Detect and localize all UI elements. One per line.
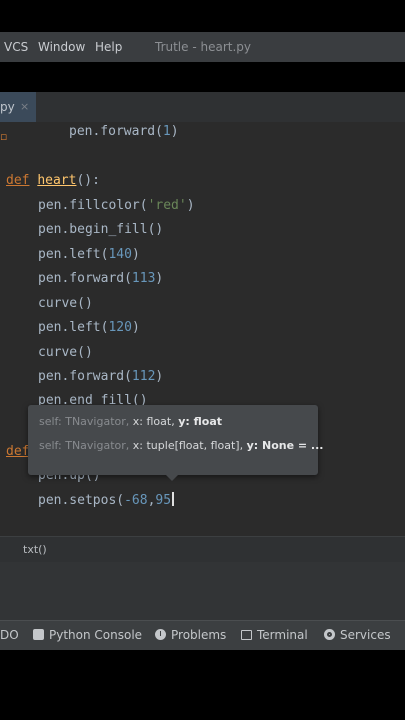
tab-heart-py[interactable]: py × [0,92,36,124]
code-line: pen.forward(112) [38,369,164,384]
python-console-button[interactable]: Python Console [33,628,142,642]
text-caret [172,492,175,506]
top-letterbox [0,0,405,32]
code-line: pen.forward(1) [69,124,179,139]
empty-panel [0,562,405,620]
signature-row: self: TNavigator, x: float, y: float [39,415,222,428]
code-line: curve() [38,345,93,360]
code-line: def [6,444,30,459]
menu-help[interactable]: Help [95,40,122,54]
services-button[interactable]: Services [324,628,391,642]
fold-marker-icon: ▫ [0,130,8,143]
code-line: def heart(): [6,173,100,188]
breadcrumb: txt() [0,536,405,563]
terminal-button[interactable]: Terminal [241,628,308,642]
code-line: pen.left(120) [38,320,140,335]
menu-window[interactable]: Window [38,40,85,54]
breadcrumb-item[interactable]: txt() [23,543,47,556]
parameter-info-popup: self: TNavigator, x: float, y: float sel… [28,405,323,475]
gear-icon [324,629,335,640]
code-line: pen.left(140) [38,247,140,262]
editor-tab-bar: py × [0,92,405,124]
python-icon [33,629,44,640]
window-title: Trutle - heart.py [155,40,251,54]
terminal-icon [241,630,252,640]
close-icon[interactable]: × [20,100,29,113]
code-line: pen.forward(113) [38,271,164,286]
menu-bar: VCS Window Help Trutle - heart.py [0,32,405,62]
bottom-letterbox [0,650,405,720]
signature-row: self: TNavigator, x: tuple[float, float]… [39,439,324,452]
code-line: pen.fillcolor('red') [38,198,195,213]
menu-vcs[interactable]: VCS [4,40,28,54]
popup-pointer [165,474,179,481]
problems-button[interactable]: Problems [155,628,226,642]
code-line: pen.begin_fill() [38,222,164,237]
tab-label: py [0,100,15,114]
warning-icon [155,629,166,640]
code-line: curve() [38,296,93,311]
todo-tool-button[interactable]: DO [0,628,19,642]
code-line-current: pen.setpos(-68,95 [38,492,175,508]
ide-window: VCS Window Help Trutle - heart.py py × ▫… [0,0,405,720]
tool-window-bar: DO Python Console Problems Terminal Serv… [0,620,405,651]
